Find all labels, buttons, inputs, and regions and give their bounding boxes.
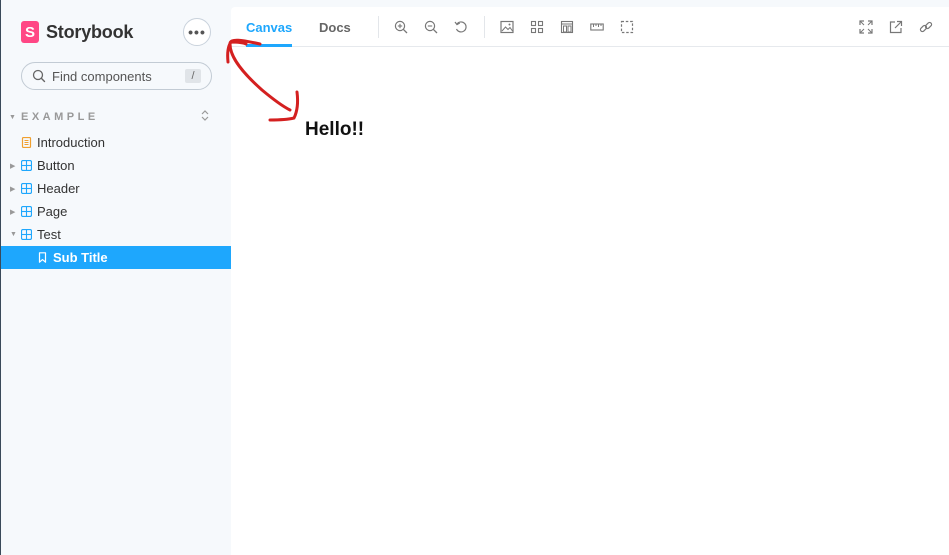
story-canvas-text: Hello!!	[305, 119, 365, 140]
grid-icon[interactable]	[529, 19, 545, 35]
brand-name: Storybook	[46, 21, 134, 42]
group-title: EXAMPLE	[21, 111, 99, 123]
component-icon	[21, 206, 32, 217]
sidebar-item-sub-title[interactable]: Sub Title	[1, 246, 232, 269]
sidebar-group-example[interactable]: ▼ EXAMPLE	[9, 108, 213, 126]
sidebar-item-label: Introduction	[37, 135, 105, 150]
search-icon	[32, 69, 46, 83]
ellipsis-icon: •••	[188, 24, 206, 40]
sidebar-menu-button[interactable]: •••	[183, 18, 211, 46]
caret-right-icon: ▶	[10, 208, 16, 216]
toolbar-divider	[378, 16, 379, 38]
component-icon	[21, 229, 32, 240]
tab-docs[interactable]: Docs	[319, 7, 351, 47]
outline-icon[interactable]	[619, 19, 635, 35]
component-icon	[21, 160, 32, 171]
copy-link-icon[interactable]	[918, 19, 934, 35]
sidebar-item-header[interactable]: ▶ Header	[1, 177, 232, 200]
background-icon[interactable]	[499, 19, 515, 35]
expand-collapse-icon[interactable]	[201, 110, 209, 124]
component-icon	[21, 183, 32, 194]
zoom-out-icon[interactable]	[423, 19, 439, 35]
sidebar-item-label: Button	[37, 158, 75, 173]
sidebar-item-label: Sub Title	[53, 250, 108, 265]
zoom-in-icon[interactable]	[393, 19, 409, 35]
toolbar-divider	[484, 16, 485, 38]
annotation-arrow	[226, 38, 300, 122]
sidebar-item-introduction[interactable]: Introduction	[1, 131, 232, 154]
preview-panel: Canvas Docs Hello!!	[231, 7, 949, 555]
caret-right-icon: ▶	[10, 162, 16, 170]
search-box[interactable]: /	[21, 62, 212, 90]
sidebar-item-label: Header	[37, 181, 80, 196]
document-icon	[21, 137, 32, 148]
caret-right-icon: ▶	[10, 185, 16, 193]
search-shortcut-key: /	[185, 69, 201, 83]
search-input[interactable]	[52, 68, 182, 84]
fullscreen-icon[interactable]	[858, 19, 874, 35]
viewport-icon[interactable]	[559, 19, 575, 35]
sidebar-item-label: Test	[37, 227, 61, 242]
caret-down-icon: ▼	[9, 113, 16, 121]
brand[interactable]: S Storybook	[21, 20, 133, 44]
sidebar-item-page[interactable]: ▶ Page	[1, 200, 232, 223]
bookmark-icon	[38, 252, 47, 263]
open-new-tab-icon[interactable]	[888, 19, 904, 35]
storybook-logo-icon: S	[21, 21, 39, 43]
sidebar-tree: Introduction ▶ Button ▶ Header ▶ Page ▼ …	[1, 131, 232, 269]
measure-icon[interactable]	[589, 19, 605, 35]
preview-toolbar: Canvas Docs	[231, 7, 949, 47]
caret-down-icon: ▼	[10, 231, 17, 238]
sidebar-item-button[interactable]: ▶ Button	[1, 154, 232, 177]
sidebar: S Storybook ••• / ▼ EXAMPLE Introduction	[0, 0, 232, 555]
sidebar-item-label: Page	[37, 204, 68, 219]
sidebar-item-test[interactable]: ▼ Test	[1, 223, 232, 246]
reset-zoom-icon[interactable]	[453, 19, 469, 35]
